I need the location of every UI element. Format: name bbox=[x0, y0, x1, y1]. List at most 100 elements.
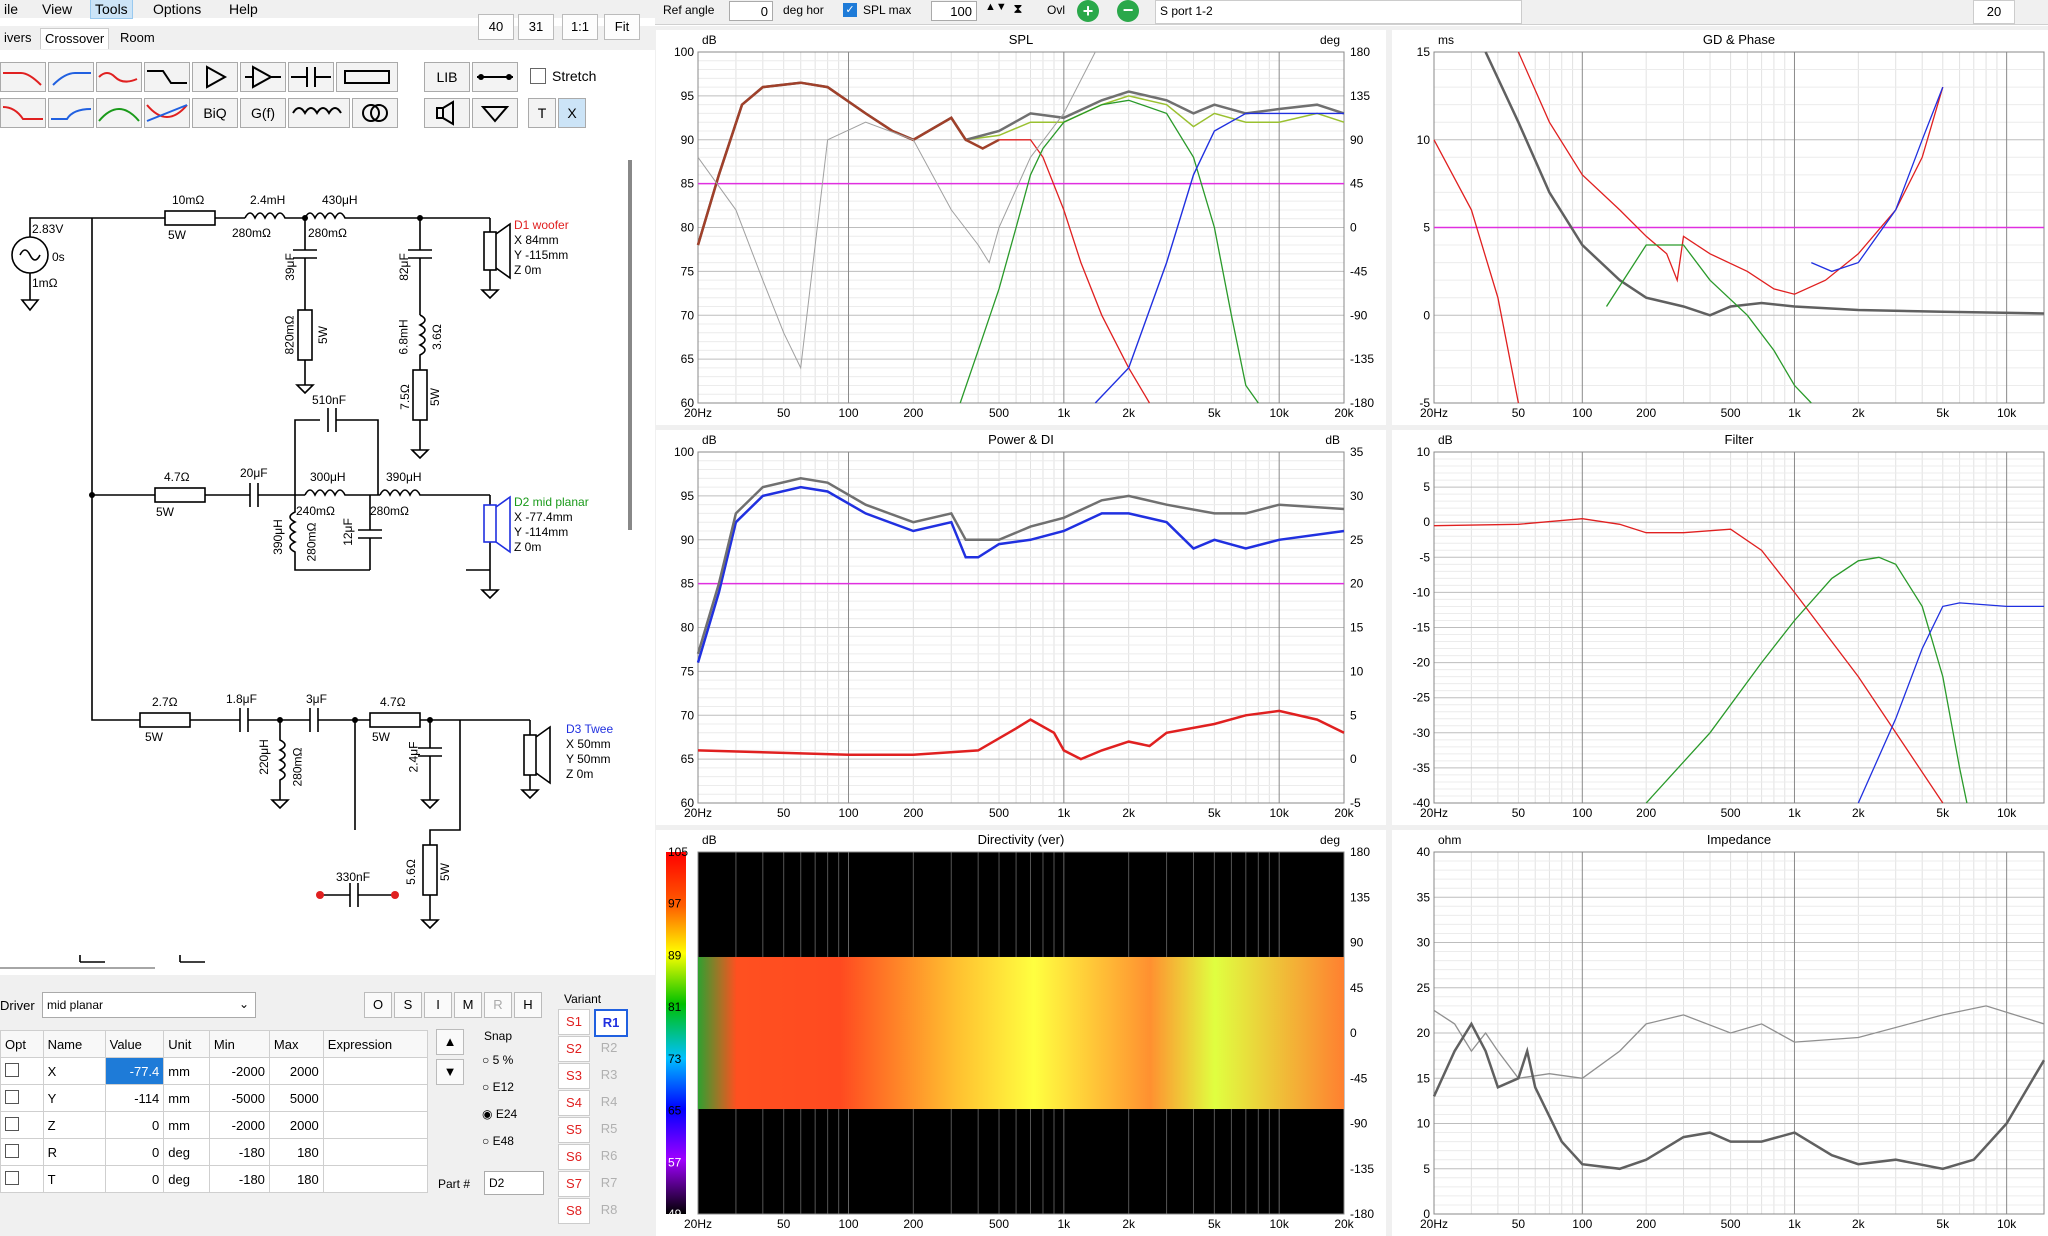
m-button[interactable]: M bbox=[454, 992, 482, 1018]
hourglass-icon[interactable]: ⧗ bbox=[1009, 1, 1027, 21]
t-button[interactable]: T bbox=[528, 98, 556, 128]
row-max[interactable]: 180 bbox=[268, 1138, 324, 1166]
menu-help[interactable]: Help bbox=[225, 0, 262, 18]
row-value[interactable]: 0 bbox=[104, 1138, 165, 1166]
lib-button[interactable]: LIB bbox=[424, 62, 470, 92]
zoom-31-button[interactable]: 31 bbox=[518, 14, 554, 40]
spl-chart[interactable]: SPL dB deg 100 95 90 85 80 75 70 65 60 180 135 90 45 0 -4… bbox=[656, 30, 1386, 425]
ground-icon[interactable] bbox=[472, 98, 518, 128]
highpass-red-button[interactable] bbox=[0, 98, 46, 128]
r-button[interactable]: R bbox=[484, 992, 512, 1018]
row-expression[interactable] bbox=[322, 1111, 429, 1139]
row-min[interactable]: -180 bbox=[208, 1165, 270, 1193]
spl-max-checkbox[interactable]: ✓ bbox=[843, 3, 857, 17]
snap-radio-e24[interactable]: ◉ E24 bbox=[482, 1107, 517, 1121]
snap-radio-e48[interactable]: ○ E48 bbox=[482, 1134, 514, 1148]
schematic-scrollbar[interactable] bbox=[628, 160, 632, 530]
bandpass-green-button[interactable] bbox=[96, 98, 142, 128]
amplifier-icon[interactable] bbox=[192, 62, 238, 92]
tab-crossover[interactable]: Crossover bbox=[40, 28, 110, 49]
woofer-name[interactable]: D1 woofer bbox=[514, 218, 569, 232]
variant-s1[interactable]: S1 bbox=[558, 1009, 590, 1035]
opt-checkbox[interactable] bbox=[5, 1089, 19, 1104]
wire-icon[interactable] bbox=[472, 62, 518, 92]
h-button[interactable]: H bbox=[514, 992, 542, 1018]
menu-view[interactable]: View bbox=[38, 0, 76, 18]
inductor-icon[interactable] bbox=[288, 98, 350, 128]
menu-options[interactable]: Options bbox=[149, 0, 205, 18]
move-down-button[interactable]: ▼ bbox=[436, 1059, 464, 1085]
variant-r2[interactable]: R2 bbox=[594, 1036, 624, 1060]
s-button[interactable]: S bbox=[394, 992, 422, 1018]
variant-r6[interactable]: R6 bbox=[594, 1144, 624, 1168]
zoom-40-button[interactable]: 40 bbox=[478, 14, 514, 40]
tab-drivers[interactable]: ivers bbox=[0, 28, 35, 48]
zoom-1-1-button[interactable]: 1:1 bbox=[562, 14, 598, 40]
ref-angle-input[interactable]: 0 bbox=[729, 1, 773, 21]
row-value[interactable]: -114 bbox=[104, 1084, 165, 1112]
row-value[interactable]: 0 bbox=[104, 1111, 165, 1139]
variant-r7[interactable]: R7 bbox=[594, 1171, 624, 1195]
variant-s3[interactable]: S3 bbox=[558, 1063, 590, 1089]
variant-s5[interactable]: S5 bbox=[558, 1117, 590, 1143]
menu-file[interactable]: ile bbox=[0, 0, 22, 18]
mid-name[interactable]: D2 mid planar bbox=[514, 495, 589, 509]
row-max[interactable]: 2000 bbox=[268, 1111, 324, 1139]
variant-r4[interactable]: R4 bbox=[594, 1090, 624, 1114]
variant-r5[interactable]: R5 bbox=[594, 1117, 624, 1141]
table-row[interactable]: T 0 deg -180 180 bbox=[0, 1165, 429, 1193]
crossover-schematic[interactable]: 2.83V 0s 1mΩ 10mΩ 5W 2.4mH 280mΩ 430μH 2… bbox=[0, 150, 635, 970]
highpass-blue-button[interactable] bbox=[48, 62, 94, 92]
biquad-button[interactable]: BiQ bbox=[192, 98, 238, 128]
menu-tools[interactable]: Tools bbox=[90, 0, 133, 19]
notch-button[interactable] bbox=[144, 98, 190, 128]
resistor-icon[interactable] bbox=[336, 62, 398, 92]
impedance-chart[interactable]: Impedance ohm 40 35 30 25 20 15 10 5 0 20Hz 50 100 200… bbox=[1392, 830, 2048, 1236]
part-input[interactable]: D2 bbox=[484, 1171, 544, 1195]
directivity-chart[interactable]: Directivity (ver) dB deg 180 135 90 45 0 -45 -90 -… bbox=[656, 830, 1386, 1236]
opt-checkbox[interactable] bbox=[5, 1143, 19, 1158]
transformer-icon[interactable] bbox=[352, 98, 398, 128]
lowpass-shelf-red-button[interactable] bbox=[96, 62, 142, 92]
o-button[interactable]: O bbox=[364, 992, 392, 1018]
variant-s8[interactable]: S8 bbox=[558, 1198, 590, 1224]
variant-s7[interactable]: S7 bbox=[558, 1171, 590, 1197]
row-value[interactable]: -77.4 bbox=[104, 1057, 165, 1085]
gf-button[interactable]: G(f) bbox=[240, 98, 286, 128]
variant-r3[interactable]: R3 bbox=[594, 1063, 624, 1087]
spl-max-input[interactable]: 100 bbox=[931, 1, 977, 21]
row-expression[interactable] bbox=[322, 1138, 429, 1166]
opt-checkbox[interactable] bbox=[5, 1116, 19, 1131]
gd-phase-chart[interactable]: GD & Phase ms 15 10 5 0 -5 20Hz 50 100 200 500 1k 2k 5… bbox=[1392, 30, 2048, 425]
right-value-input[interactable]: 20 bbox=[1973, 0, 2015, 24]
row-expression[interactable] bbox=[322, 1165, 429, 1193]
capacitor-icon[interactable] bbox=[288, 62, 334, 92]
opt-checkbox[interactable] bbox=[5, 1170, 19, 1185]
row-expression[interactable] bbox=[322, 1057, 429, 1085]
driver-select[interactable]: mid planar ⌄ bbox=[42, 992, 256, 1018]
filter-chart[interactable]: Filter dB 10 5 0 -5 -10 -15 -20 -25 -30 -35 -40 20Hz 5… bbox=[1392, 430, 2048, 825]
variant-s6[interactable]: S6 bbox=[558, 1144, 590, 1170]
row-value[interactable]: 0 bbox=[104, 1165, 165, 1193]
row-max[interactable]: 5000 bbox=[268, 1084, 324, 1112]
buffer-icon[interactable] bbox=[240, 62, 286, 92]
highpass-blue-step-button[interactable] bbox=[48, 98, 94, 128]
zoom-fit-button[interactable]: Fit bbox=[604, 14, 640, 40]
remove-icon[interactable]: − bbox=[1117, 0, 1139, 22]
x-button[interactable]: X bbox=[558, 98, 586, 128]
row-min[interactable]: -180 bbox=[208, 1138, 270, 1166]
row-min[interactable]: -2000 bbox=[208, 1111, 270, 1139]
row-expression[interactable] bbox=[322, 1084, 429, 1112]
step-button[interactable] bbox=[144, 62, 190, 92]
row-min[interactable]: -5000 bbox=[208, 1084, 270, 1112]
snap-radio-e12[interactable]: ○ E12 bbox=[482, 1080, 514, 1094]
tweeter-name[interactable]: D3 Twee bbox=[566, 722, 613, 736]
stretch-checkbox[interactable] bbox=[530, 68, 546, 84]
snap-radio-5[interactable]: ○ 5 % bbox=[482, 1053, 513, 1067]
spin-icon[interactable]: ▲▼ bbox=[985, 1, 1007, 21]
table-row[interactable]: Y -114 mm -5000 5000 bbox=[0, 1084, 429, 1112]
project-field[interactable]: S port 1-2 bbox=[1155, 0, 1522, 24]
table-row[interactable]: R 0 deg -180 180 bbox=[0, 1138, 429, 1166]
variant-r1[interactable]: R1 bbox=[594, 1009, 628, 1037]
lowpass-red-button[interactable] bbox=[0, 62, 46, 92]
